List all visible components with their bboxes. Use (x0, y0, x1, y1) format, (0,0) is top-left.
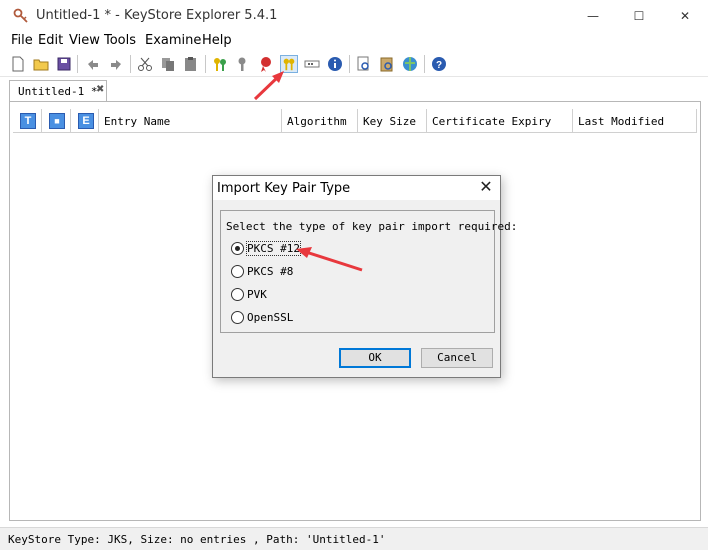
annotation-arrow-icon (296, 247, 363, 272)
window-title: Untitled-1 * - KeyStore Explorer 5.4.1 (36, 8, 278, 23)
entry-type-icon: T (20, 113, 36, 129)
open-icon[interactable] (32, 55, 50, 73)
toolbar-separator (205, 55, 206, 73)
save-icon[interactable] (55, 55, 73, 73)
column-last-modified[interactable]: Last Modified (573, 109, 697, 133)
radio-icon[interactable] (231, 265, 244, 278)
tab-label: Untitled-1 * (18, 85, 98, 98)
column-label: Key Size (363, 115, 416, 128)
column-label: Last Modified (578, 115, 665, 128)
generate-key-pair-icon[interactable] (211, 55, 229, 73)
toolbar-separator (424, 55, 425, 73)
new-icon[interactable] (9, 55, 27, 73)
lock-icon: ■ (49, 113, 65, 129)
menu-help[interactable]: Help (202, 33, 232, 48)
option-label: PVK (247, 288, 267, 301)
minimize-button[interactable]: — (570, 0, 616, 32)
toolbar: ? (0, 51, 708, 77)
cut-icon[interactable] (136, 55, 154, 73)
expiry-icon: E (78, 113, 94, 129)
cancel-button[interactable]: Cancel (421, 348, 493, 368)
column-label: Entry Name (104, 115, 171, 128)
status-bar: KeyStore Type: JKS, Size: no entries , P… (0, 527, 708, 550)
column-certificate-expiry[interactable]: Certificate Expiry (427, 109, 573, 133)
examine-clipboard-icon[interactable] (378, 55, 396, 73)
table-header: T ■ E Entry Name Algorithm Key Size Cert… (13, 109, 697, 133)
column-algorithm[interactable]: Algorithm (282, 109, 358, 133)
examine-file-icon[interactable] (355, 55, 373, 73)
redo-icon[interactable] (107, 55, 125, 73)
examine-ssl-icon[interactable] (401, 55, 419, 73)
column-label: Certificate Expiry (432, 115, 552, 128)
properties-icon[interactable] (326, 55, 344, 73)
toolbar-separator (349, 55, 350, 73)
column-entry-type[interactable]: T (13, 109, 42, 133)
menu-file[interactable]: File (11, 33, 33, 48)
ok-button[interactable]: OK (339, 348, 411, 368)
option-label: PKCS #8 (247, 265, 294, 278)
column-key-pair-status[interactable]: ■ (42, 109, 71, 133)
paste-icon[interactable] (182, 55, 200, 73)
column-key-size[interactable]: Key Size (358, 109, 427, 133)
menu-bar: File Edit View Tools Examine Help (0, 31, 708, 51)
help-icon[interactable]: ? (430, 55, 448, 73)
menu-examine[interactable]: Examine (145, 33, 201, 48)
radio-icon[interactable] (231, 288, 244, 301)
column-label: Algorithm (287, 115, 347, 128)
menu-edit[interactable]: Edit (38, 33, 63, 48)
maximize-button[interactable]: ☐ (616, 0, 662, 32)
dialog-prompt: Select the type of key pair import requi… (226, 220, 518, 233)
toolbar-separator (130, 55, 131, 73)
status-text: KeyStore Type: JKS, Size: no entries , P… (8, 533, 386, 546)
radio-selected-icon[interactable] (231, 242, 244, 255)
import-key-pair-type-dialog: Import Key Pair Type ✕ Select the type o… (212, 175, 517, 378)
menu-view[interactable]: View (69, 33, 100, 48)
radio-icon[interactable] (231, 311, 244, 324)
title-bar: Untitled-1 * - KeyStore Explorer 5.4.1 —… (0, 0, 708, 32)
dialog-title: Import Key Pair Type (217, 181, 351, 196)
tab-close-icon[interactable]: ✖ (96, 84, 104, 95)
set-password-icon[interactable] (303, 55, 321, 73)
option-label: OpenSSL (247, 311, 294, 324)
dialog-close-button[interactable]: ✕ (475, 178, 497, 198)
keystore-explorer-app-icon (13, 8, 28, 23)
menu-tools[interactable]: Tools (104, 33, 136, 48)
column-expiry-status[interactable]: E (71, 109, 99, 133)
svg-text:?: ? (436, 60, 442, 71)
dialog-title-bar: Import Key Pair Type ✕ (213, 176, 500, 200)
tab-untitled-1[interactable]: Untitled-1 * ✖ (9, 80, 107, 102)
toolbar-separator (77, 55, 78, 73)
copy-icon[interactable] (159, 55, 177, 73)
close-window-button[interactable]: ✕ (662, 0, 708, 32)
column-entry-name[interactable]: Entry Name (99, 109, 282, 133)
undo-icon[interactable] (84, 55, 102, 73)
annotation-arrow-icon (253, 71, 284, 101)
